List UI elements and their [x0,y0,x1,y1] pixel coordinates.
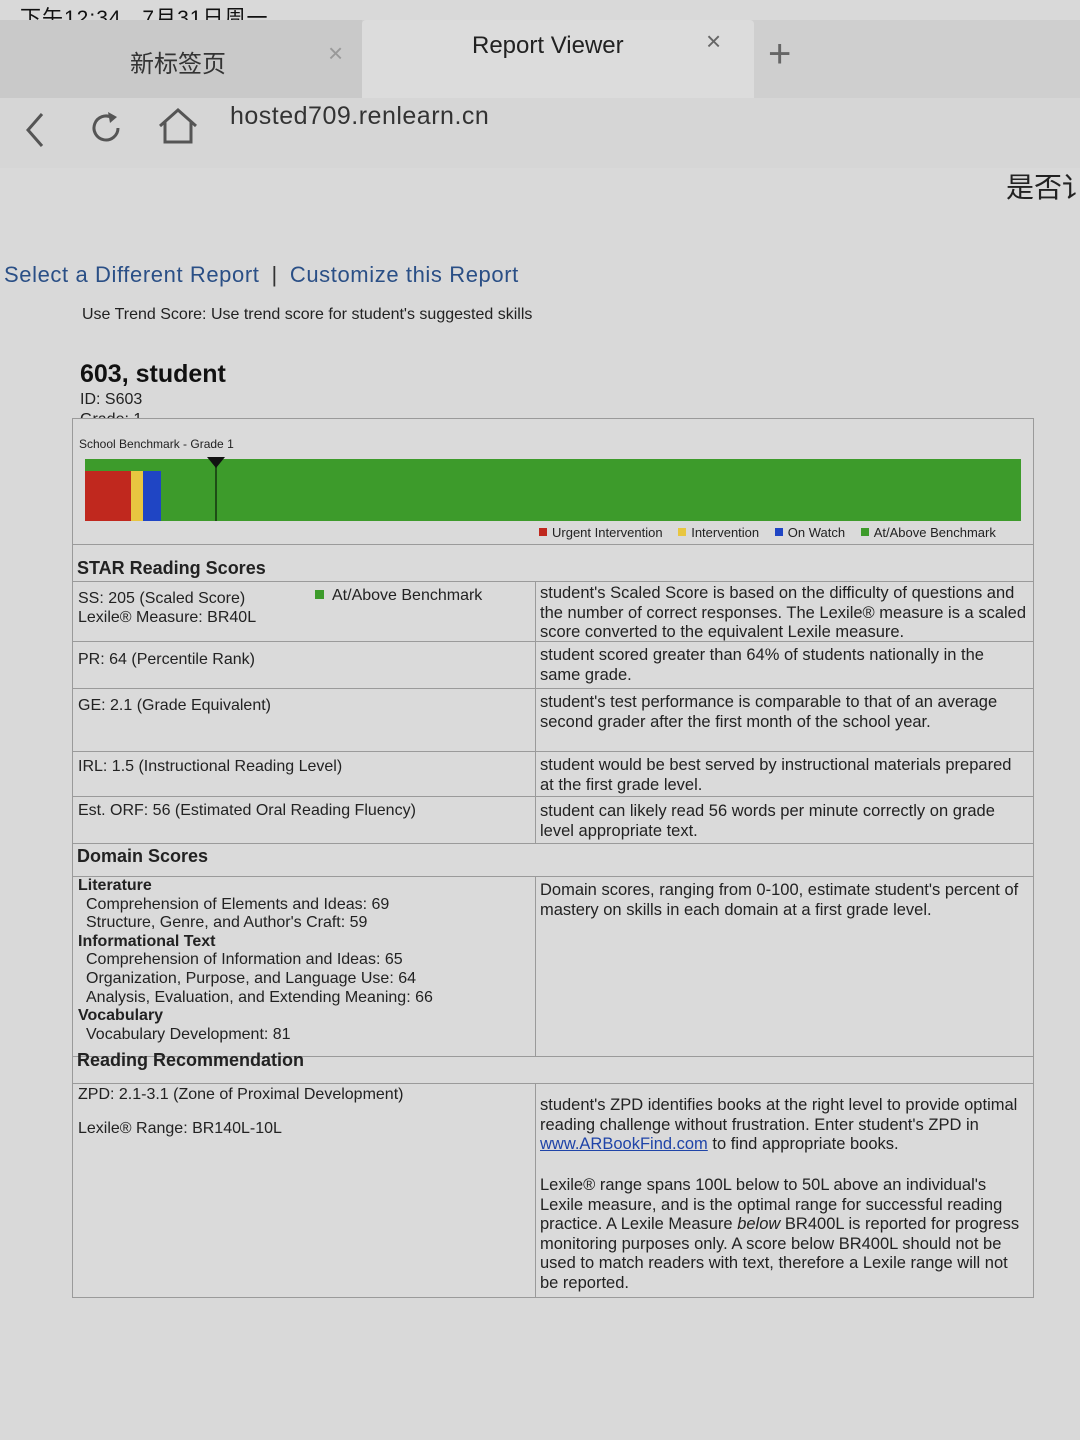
legend-item: At/Above Benchmark [860,525,996,540]
divider [73,751,1033,752]
legend-swatch-urgent [539,528,547,536]
legend-label: Urgent Intervention [552,525,663,540]
report-links: Select a Different Report | Customize this… [4,262,519,288]
status-label: At/Above Benchmark [332,587,483,604]
legend-label: At/Above Benchmark [873,525,996,540]
zpd-description: student's ZPD identifies books at the ri… [540,1096,1028,1155]
pr-description: student scored greater than 64% of stude… [540,646,984,684]
student-name: 603, student [80,360,226,388]
tab-report-viewer[interactable]: Report Viewer × [362,20,754,98]
student-id: ID: S603 [80,391,143,408]
close-icon[interactable]: × [706,26,721,57]
status-swatch [315,590,324,599]
domain-score: Vocabulary Development: 81 [86,1025,291,1043]
divider [73,843,1033,844]
zpd-score: ZPD: 2.1-3.1 (Zone of Proximal Developme… [78,1086,404,1103]
benchmark-status-badge: At/Above Benchmark [315,587,482,605]
legend-swatch-intervention [678,528,687,536]
close-icon[interactable]: × [328,38,343,69]
tab-bar: 新标签页 × Report Viewer × + [0,20,1080,98]
zpd-text: student's ZPD identifies books at the ri… [540,1096,1018,1134]
domain-scores-heading: Domain Scores [77,846,209,866]
irl-description: student would be best served by instruct… [540,756,1012,794]
domain-score: Comprehension of Elements and Ideas: 69 [86,895,390,913]
star-scores-heading: STAR Reading Scores [77,558,266,578]
domain-score: Structure, Genre, and Author's Craft: 59 [86,914,368,932]
customize-report-link[interactable]: Customize this Report [290,262,519,287]
divider [73,1083,1033,1084]
divider [73,688,1033,689]
benchmark-legend: Urgent Intervention Intervention On Watc… [539,525,1008,540]
ss-description: student's Scaled Score is based on the d… [540,584,1027,641]
domain-score: Organization, Purpose, and Language Use:… [86,969,417,987]
urgent-segment [85,471,131,521]
domain-description: Domain scores, ranging from 0-100, estim… [540,881,1019,919]
side-prompt-text: 是否讠 [1006,172,1080,203]
score-marker-arrow-icon [207,457,225,468]
legend-label: On Watch [787,525,846,540]
domain-score: Comprehension of Information and Ideas: … [86,951,403,969]
on-watch-segment [143,471,161,521]
column-divider [535,876,536,1056]
select-report-link[interactable]: Select a Different Report [4,262,260,287]
ge-description: student's test performance is comparable… [540,693,998,731]
trend-score-note: Use Trend Score: Use trend score for stu… [82,306,533,323]
url-field[interactable]: hosted709.renlearn.cn [230,102,489,131]
legend-label: Intervention [691,525,760,540]
irl-score: IRL: 1.5 (Instructional Reading Level) [78,758,343,775]
reload-icon[interactable] [86,108,126,148]
report-panel: School Benchmark - Grade 1 Urgent Interv… [72,418,1034,1298]
legend-swatch-on-watch [774,528,783,536]
back-icon[interactable] [24,110,48,150]
lexile-emphasis: below [737,1215,781,1233]
divider [73,796,1033,797]
domain-heading: Vocabulary [78,1007,164,1025]
domain-heading: Literature [78,877,152,894]
benchmark-bar [85,459,1021,521]
orf-score: Est. ORF: 56 (Estimated Oral Reading Flu… [78,802,416,819]
tab-new-tab[interactable]: 新标签页 × [0,20,362,98]
pr-score: PR: 64 (Percentile Rank) [78,651,255,668]
intervention-segment [131,471,143,521]
column-divider [535,1083,536,1297]
column-divider [535,581,536,843]
lexile-measure: Lexile® Measure: BR40L [78,609,257,626]
address-bar: hosted709.renlearn.cn [0,98,1080,168]
legend-item: Intervention [678,525,759,540]
reading-recommendation-heading: Reading Recommendation [77,1050,305,1070]
divider [73,581,1033,582]
lexile-range: Lexile® Range: BR140L-10L [78,1120,282,1137]
lexile-description: Lexile® range spans 100L below to 50L ab… [540,1176,1028,1293]
legend-swatch-above [860,528,869,536]
divider [73,641,1033,642]
tab-title: 新标签页 [130,51,226,78]
tab-title: Report Viewer [472,32,624,59]
orf-description: student can likely read 56 words per min… [540,802,995,840]
domain-score-list: Literature Comprehension of Elements and… [78,877,528,1044]
legend-item: Urgent Intervention [539,525,663,540]
zpd-text-end: to find appropriate books. [712,1135,899,1153]
legend-item: On Watch [774,525,846,540]
domain-score: Analysis, Evaluation, and Extending Mean… [86,988,433,1006]
arbookfind-link[interactable]: www.ARBookFind.com [540,1135,708,1153]
divider [73,544,1033,545]
new-tab-button[interactable]: + [768,34,791,74]
benchmark-title: School Benchmark - Grade 1 [79,437,234,451]
score-marker [215,459,217,521]
home-icon[interactable] [156,106,200,146]
ge-score: GE: 2.1 (Grade Equivalent) [78,697,271,714]
link-separator: | [271,262,278,287]
domain-heading: Informational Text [78,932,216,950]
